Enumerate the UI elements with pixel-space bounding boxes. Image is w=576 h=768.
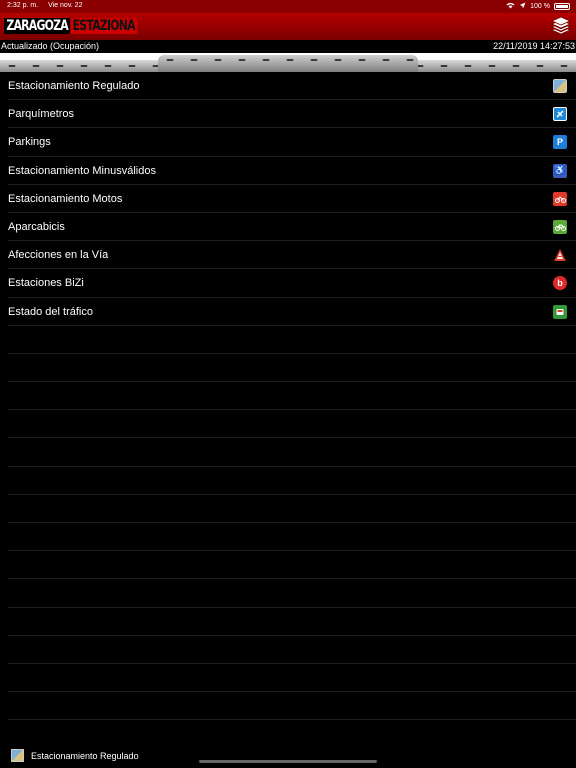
parking-meter-icon xyxy=(553,107,567,122)
empty-row xyxy=(8,636,576,664)
status-bar: 2:32 p. m. Vie nov. 22 100 % xyxy=(0,0,576,13)
layer-label: Aparcabicis xyxy=(8,220,65,233)
layer-label: Parquímetros xyxy=(8,108,75,121)
bizi-icon: b xyxy=(553,276,567,291)
layer-label: Estacionamiento Motos xyxy=(8,192,123,205)
parking-p-icon: P xyxy=(553,135,567,150)
layer-label: Afecciones en la Vía xyxy=(8,249,109,262)
layer-row-traffic[interactable]: Estado del tráfico xyxy=(8,298,576,326)
app-header: ZARAGOZA ESTAZIONA xyxy=(0,13,576,40)
layer-label: Estacionamiento Minusválidos xyxy=(8,164,156,177)
empty-row xyxy=(8,608,576,636)
selected-layer-label: Estacionamiento Regulado xyxy=(31,751,139,761)
empty-row xyxy=(8,410,576,439)
empty-row xyxy=(8,551,576,580)
home-indicator[interactable] xyxy=(199,760,377,763)
empty-row xyxy=(8,467,576,495)
layers-list: Estacionamiento Regulado Parquímetros Pa… xyxy=(0,72,576,721)
layer-label: Estacionamiento Regulado xyxy=(8,80,140,92)
logo-zaragoza: ZARAGOZA xyxy=(4,18,71,34)
layer-label: Estado del tráfico xyxy=(8,305,93,318)
drawer-handle[interactable] xyxy=(0,53,576,72)
layer-row-parkings[interactable]: Parkings P xyxy=(8,128,576,157)
update-datetime: 22/11/2019 14:27:53 xyxy=(493,41,575,51)
layers-button[interactable] xyxy=(550,15,572,37)
empty-row xyxy=(8,523,576,552)
empty-row xyxy=(8,354,576,383)
logo-estaziona: ESTAZIONA xyxy=(70,18,138,34)
location-icon xyxy=(519,2,526,11)
regulated-parking-icon xyxy=(553,79,567,93)
empty-row xyxy=(8,495,576,523)
empty-row xyxy=(8,579,576,608)
motorcycle-icon xyxy=(553,191,567,206)
layer-row-bikes[interactable]: Aparcabicis xyxy=(8,213,576,242)
layer-row-regulated[interactable]: Estacionamiento Regulado xyxy=(8,72,576,101)
empty-row xyxy=(8,326,576,354)
empty-row xyxy=(8,382,576,411)
layer-row-disabled[interactable]: Estacionamiento Minusválidos ♿ xyxy=(8,157,576,185)
status-date: Vie nov. 22 xyxy=(48,2,83,9)
battery-icon xyxy=(554,3,570,10)
wifi-icon xyxy=(506,2,515,11)
layer-row-motorcycles[interactable]: Estacionamiento Motos xyxy=(8,185,576,213)
empty-row xyxy=(8,438,576,467)
bicycle-icon xyxy=(553,219,567,234)
layer-label: Parkings xyxy=(8,136,51,149)
app-logo: ZARAGOZA ESTAZIONA xyxy=(4,16,138,36)
info-bar: Actualizado (Ocupación) 22/11/2019 14:27… xyxy=(0,40,576,53)
update-status: Actualizado (Ocupación) xyxy=(1,41,100,51)
layer-row-parking-meters[interactable]: Parquímetros xyxy=(8,100,576,129)
traffic-icon xyxy=(553,304,567,319)
layers-icon xyxy=(551,16,571,35)
status-time: 2:32 p. m. xyxy=(7,2,39,9)
road-works-icon xyxy=(553,248,567,262)
selected-layer-footer[interactable]: Estacionamiento Regulado xyxy=(0,746,576,768)
wheelchair-icon: ♿ xyxy=(553,163,567,178)
layer-label: Estaciones BiZi xyxy=(8,277,84,290)
battery-percent: 100 % xyxy=(530,3,550,10)
empty-row xyxy=(8,692,576,721)
layer-row-road-works[interactable]: Afecciones en la Vía xyxy=(8,241,576,270)
empty-row xyxy=(8,664,576,693)
regulated-parking-icon xyxy=(11,749,24,762)
layer-row-bizi[interactable]: Estaciones BiZi b xyxy=(8,269,576,298)
